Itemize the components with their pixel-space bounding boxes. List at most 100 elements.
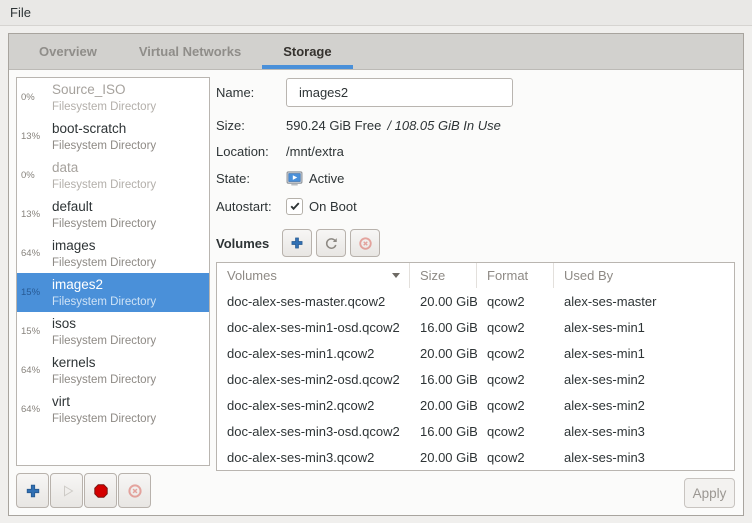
volume-name-cell: doc-alex-ses-min3-osd.qcow2 — [217, 418, 410, 444]
column-header-used-by[interactable]: Used By — [554, 263, 734, 288]
pool-usage-percent: 13% — [17, 131, 52, 142]
name-label: Name: — [216, 85, 286, 100]
volume-row[interactable]: doc-alex-ses-min2-osd.qcow2 16.00 GiB qc… — [217, 366, 734, 392]
volume-row[interactable]: doc-alex-ses-min2.qcow2 20.00 GiB qcow2 … — [217, 392, 734, 418]
pool-name: isos — [52, 316, 76, 331]
volume-used-by-cell: alex-ses-min2 — [554, 392, 734, 418]
pool-item-isos[interactable]: 15% isos Filesystem Directory — [17, 312, 209, 351]
tab-storage[interactable]: Storage — [262, 34, 352, 69]
pool-pane: 0% Source_ISO Filesystem Directory 13% b… — [16, 77, 210, 508]
autostart-value: On Boot — [309, 199, 357, 214]
pool-usage-percent: 15% — [17, 287, 52, 298]
pool-name-input[interactable] — [286, 78, 513, 107]
pool-name: boot-scratch — [52, 121, 126, 136]
volume-size-cell: 16.00 GiB — [410, 418, 477, 444]
size-free-value: 590.24 GiB Free — [286, 118, 381, 133]
pool-type: Filesystem Directory — [52, 140, 156, 152]
add-pool-button[interactable] — [16, 473, 49, 508]
volume-row[interactable]: doc-alex-ses-min1-osd.qcow2 16.00 GiB qc… — [217, 314, 734, 340]
pool-usage-percent: 13% — [17, 209, 52, 220]
size-label: Size: — [216, 118, 286, 133]
vm-running-monitor-icon — [286, 170, 303, 187]
volume-name-cell: doc-alex-ses-min2.qcow2 — [217, 392, 410, 418]
connection-details-notebook: Overview Virtual Networks Storage 0% Sou… — [8, 33, 744, 516]
pool-item-default[interactable]: 13% default Filesystem Directory — [17, 195, 209, 234]
pool-item-kernels[interactable]: 64% kernels Filesystem Directory — [17, 351, 209, 390]
pool-type: Filesystem Directory — [52, 413, 156, 425]
volume-used-by-cell: alex-ses-min1 — [554, 340, 734, 366]
volume-row[interactable]: doc-alex-ses-master.qcow2 20.00 GiB qcow… — [217, 288, 734, 314]
pool-usage-percent: 0% — [17, 170, 52, 181]
table-empty-area — [218, 470, 733, 471]
pool-name: data — [52, 160, 78, 175]
pool-item-boot-scratch[interactable]: 13% boot-scratch Filesystem Directory — [17, 117, 209, 156]
delete-pool-button[interactable] — [118, 473, 151, 508]
add-volume-button[interactable] — [282, 229, 312, 257]
pool-usage-percent: 64% — [17, 404, 52, 415]
volume-row[interactable]: doc-alex-ses-min3-osd.qcow2 16.00 GiB qc… — [217, 418, 734, 444]
pool-name: default — [52, 199, 93, 214]
pool-item-virt[interactable]: 64% virt Filesystem Directory — [17, 390, 209, 429]
pool-item-data[interactable]: 0% data Filesystem Directory — [17, 156, 209, 195]
stop-record-icon — [93, 483, 109, 499]
tab-bar: Overview Virtual Networks Storage — [9, 34, 743, 70]
autostart-checkbox[interactable] — [286, 198, 303, 215]
pool-type: Filesystem Directory — [52, 296, 156, 308]
volume-size-cell: 16.00 GiB — [410, 314, 477, 340]
volume-format-cell: qcow2 — [477, 314, 554, 340]
volumes-table: Volumes Size Format Used By doc-alex-ses… — [216, 262, 735, 471]
pool-usage-percent: 64% — [17, 365, 52, 376]
pool-usage-percent: 15% — [17, 326, 52, 337]
column-header-size[interactable]: Size — [410, 263, 477, 288]
refresh-icon — [324, 236, 339, 251]
volume-row[interactable]: doc-alex-ses-min1.qcow2 20.00 GiB qcow2 … — [217, 340, 734, 366]
column-header-volumes[interactable]: Volumes — [217, 263, 410, 288]
pool-name: kernels — [52, 355, 96, 370]
pool-details-pane: Name: Size: 590.24 GiB Free / 108.05 GiB… — [216, 77, 735, 508]
storage-tab-content: 0% Source_ISO Filesystem Directory 13% b… — [9, 70, 743, 515]
volume-name-cell: doc-alex-ses-master.qcow2 — [217, 288, 410, 314]
pool-type: Filesystem Directory — [52, 179, 156, 191]
volume-used-by-cell: alex-ses-min3 — [554, 444, 734, 470]
start-pool-button[interactable] — [50, 473, 83, 508]
pool-name: images — [52, 238, 96, 253]
volume-format-cell: qcow2 — [477, 340, 554, 366]
state-label: State: — [216, 171, 286, 186]
pool-item-images[interactable]: 64% images Filesystem Directory — [17, 234, 209, 273]
volume-used-by-cell: alex-ses-min3 — [554, 418, 734, 444]
pool-name: virt — [52, 394, 70, 409]
delete-volume-button[interactable] — [350, 229, 380, 257]
pool-toolbar — [16, 473, 210, 508]
pool-type: Filesystem Directory — [52, 335, 156, 347]
pool-name: Source_ISO — [52, 82, 126, 97]
menubar: File — [0, 0, 752, 26]
delete-icon — [358, 236, 373, 251]
pool-item-images2-selected[interactable]: 15% images2 Filesystem Directory — [17, 273, 209, 312]
volume-format-cell: qcow2 — [477, 444, 554, 470]
tab-virtual-networks[interactable]: Virtual Networks — [118, 34, 262, 69]
volume-format-cell: qcow2 — [477, 288, 554, 314]
size-used-value: / 108.05 GiB In Use — [387, 118, 500, 133]
pool-usage-percent: 64% — [17, 248, 52, 259]
volume-name-cell: doc-alex-ses-min1.qcow2 — [217, 340, 410, 366]
volume-size-cell: 20.00 GiB — [410, 392, 477, 418]
volume-name-cell: doc-alex-ses-min1-osd.qcow2 — [217, 314, 410, 340]
refresh-volumes-button[interactable] — [316, 229, 346, 257]
sort-descending-arrow-icon — [392, 273, 400, 278]
volume-format-cell: qcow2 — [477, 392, 554, 418]
pool-type: Filesystem Directory — [52, 218, 156, 230]
pool-usage-percent: 0% — [17, 92, 52, 103]
pool-type: Filesystem Directory — [52, 257, 156, 269]
volume-row[interactable]: doc-alex-ses-min3.qcow2 20.00 GiB qcow2 … — [217, 444, 734, 470]
column-header-format[interactable]: Format — [477, 263, 554, 288]
location-label: Location: — [216, 144, 286, 159]
volume-used-by-cell: alex-ses-min2 — [554, 366, 734, 392]
autostart-label: Autostart: — [216, 199, 286, 214]
volume-name-cell: doc-alex-ses-min2-osd.qcow2 — [217, 366, 410, 392]
stop-pool-button[interactable] — [84, 473, 117, 508]
volume-name-cell: doc-alex-ses-min3.qcow2 — [217, 444, 410, 470]
tab-overview[interactable]: Overview — [18, 34, 118, 69]
menu-file[interactable]: File — [0, 0, 41, 25]
pool-item-source-iso[interactable]: 0% Source_ISO Filesystem Directory — [17, 78, 209, 117]
apply-button[interactable]: Apply — [684, 478, 735, 508]
